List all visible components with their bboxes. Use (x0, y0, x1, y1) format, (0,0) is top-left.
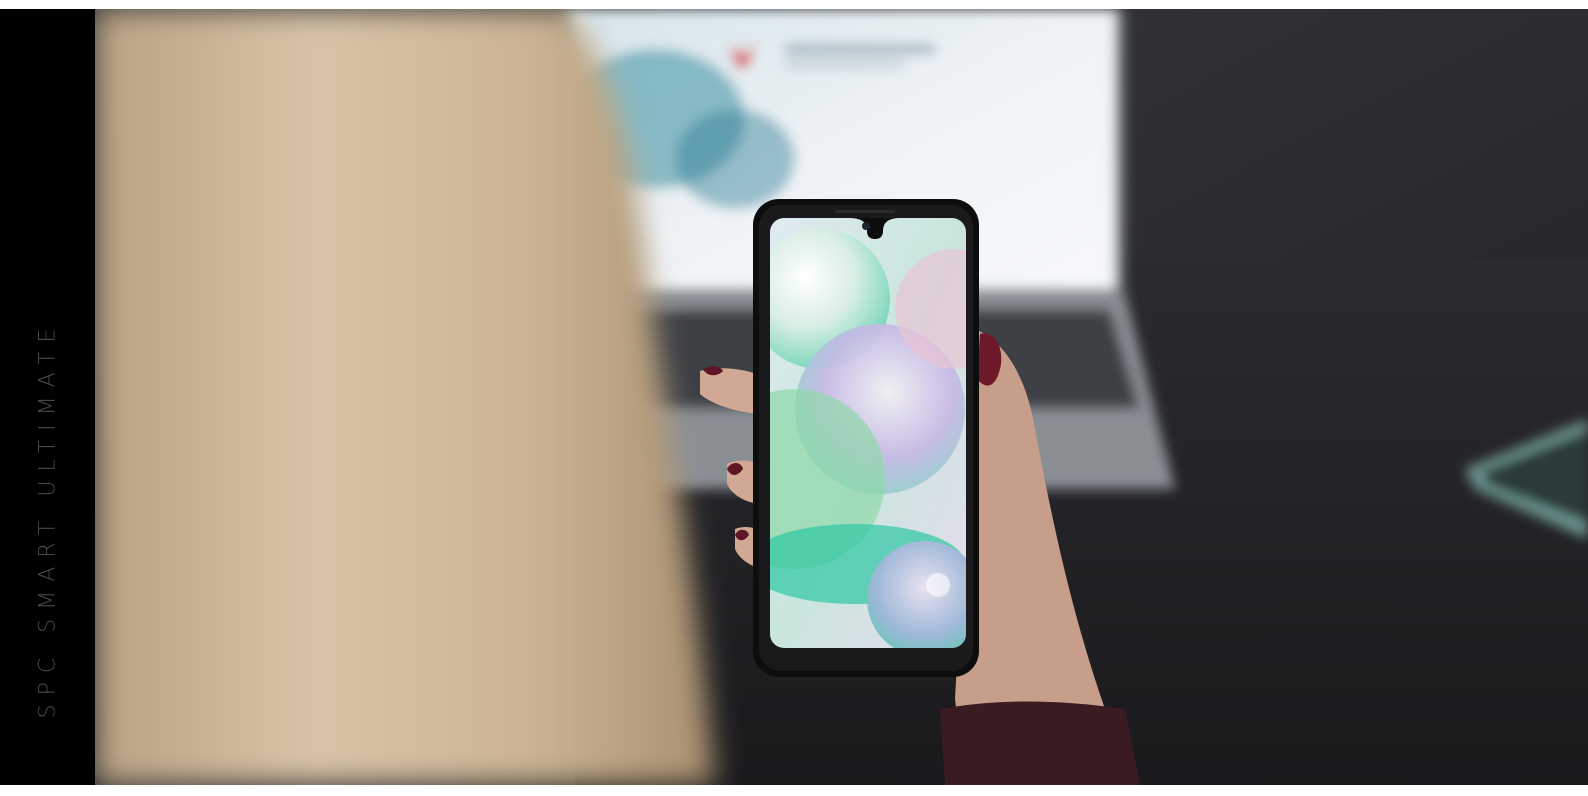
sidebar: SPC SMART ULTIMATE (0, 9, 95, 785)
hero-photo-illustration (95, 9, 1588, 785)
sidebar-product-label: SPC SMART ULTIMATE (35, 319, 61, 719)
page: SPC SMART ULTIMATE (0, 0, 1588, 796)
hero-image (95, 9, 1588, 785)
